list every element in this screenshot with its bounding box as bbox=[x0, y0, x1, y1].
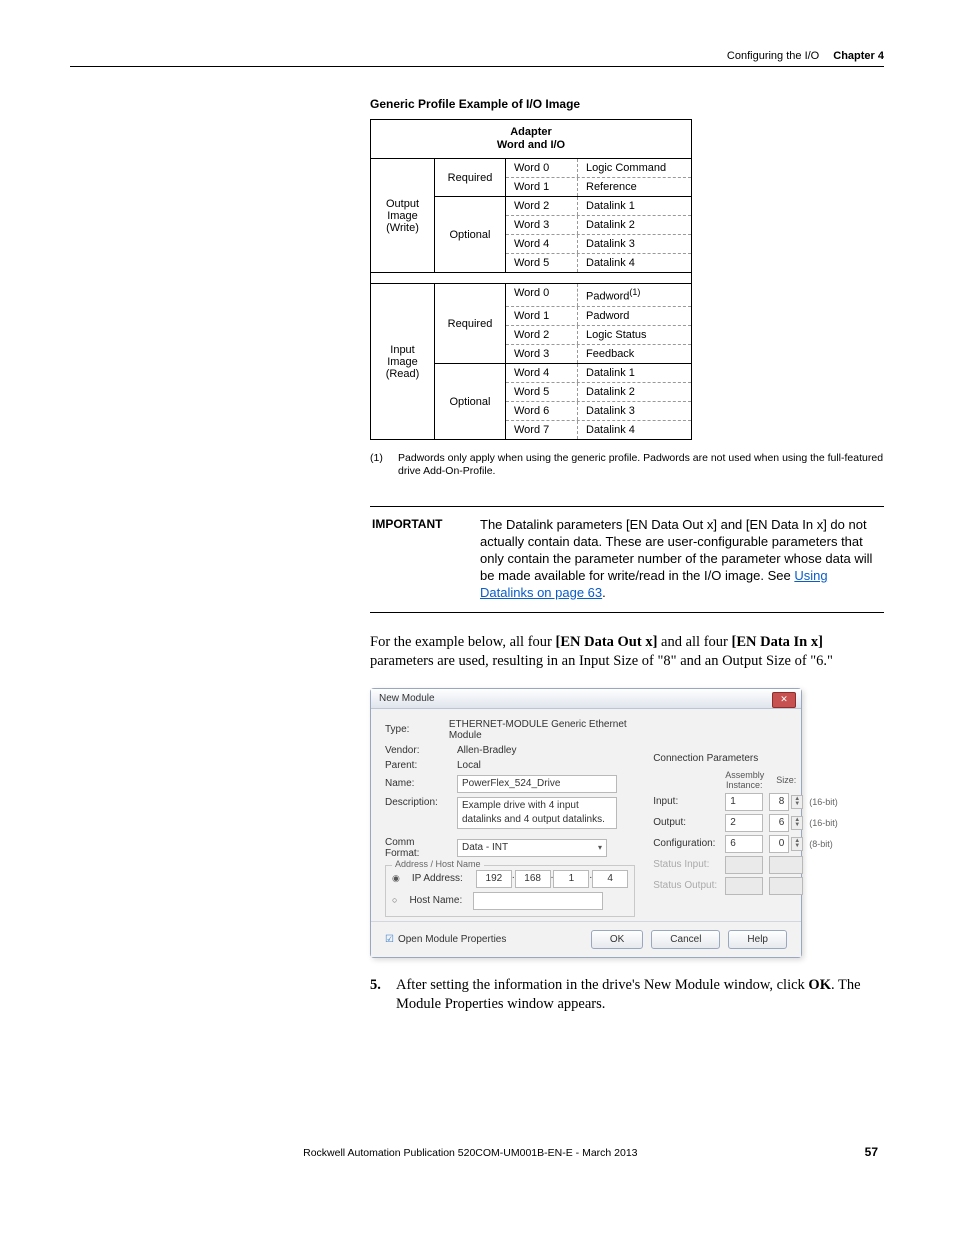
size-header: Size: bbox=[769, 775, 803, 785]
word-row: Word 0Padword(1) bbox=[506, 284, 691, 307]
vendor-label: Vendor: bbox=[385, 745, 449, 756]
step-text: After setting the information in the dri… bbox=[396, 976, 884, 1015]
ip-seg-2[interactable]: 168 bbox=[515, 870, 551, 888]
status-output-instance bbox=[725, 877, 763, 895]
name-field[interactable]: PowerFlex_524_Drive bbox=[457, 775, 617, 793]
important-callout: IMPORTANT The Datalink parameters [EN Da… bbox=[370, 506, 884, 612]
footnote-text: Padwords only apply when using the gener… bbox=[398, 452, 884, 478]
adapter-table: Adapter Word and I/O OutputImage(Write)R… bbox=[370, 119, 692, 440]
word-row: Word 5Datalink 2 bbox=[506, 383, 691, 402]
word-row: Word 2Logic Status bbox=[506, 326, 691, 345]
step-5: 5. After setting the information in the … bbox=[370, 976, 884, 1015]
output-instance-field[interactable]: 2 bbox=[725, 814, 763, 832]
word-row: Word 6Datalink 3 bbox=[506, 402, 691, 421]
input-size-spinner[interactable]: 8▲▼ bbox=[769, 793, 803, 811]
word-row: Word 3Datalink 2 bbox=[506, 216, 691, 235]
type-value: ETHERNET-MODULE Generic Ethernet Module bbox=[449, 719, 635, 741]
input-row-label: Input: bbox=[653, 796, 719, 807]
ip-seg-4[interactable]: 4 bbox=[592, 870, 628, 888]
ip-address-label: IP Address: bbox=[412, 873, 468, 884]
word-row: Word 1Reference bbox=[506, 178, 691, 196]
output-unit: (16-bit) bbox=[809, 818, 845, 828]
vendor-value: Allen-Bradley bbox=[457, 745, 516, 756]
status-input-instance bbox=[725, 856, 763, 874]
config-row-label: Configuration: bbox=[653, 838, 719, 849]
footnote-number: (1) bbox=[370, 452, 388, 478]
status-input-size bbox=[769, 856, 803, 874]
io-group-label: OutputImage(Write) bbox=[371, 159, 435, 272]
output-row-label: Output: bbox=[653, 817, 719, 828]
word-row: Word 5Datalink 4 bbox=[506, 254, 691, 272]
word-row: Word 4Datalink 1 bbox=[506, 364, 691, 383]
word-row: Word 3Feedback bbox=[506, 345, 691, 363]
help-button[interactable]: Help bbox=[728, 930, 787, 949]
assembly-header: Assembly Instance: bbox=[725, 770, 763, 790]
input-instance-field[interactable]: 1 bbox=[725, 793, 763, 811]
comm-format-label: Comm Format: bbox=[385, 837, 449, 859]
host-name-field[interactable] bbox=[473, 892, 603, 910]
status-output-label: Status Output: bbox=[653, 880, 719, 891]
dialog-title: New Module bbox=[379, 693, 435, 704]
io-group-label: InputImage(Read) bbox=[371, 284, 435, 439]
important-text: The Datalink parameters [EN Data Out x] … bbox=[480, 517, 882, 601]
word-row: Word 0Logic Command bbox=[506, 159, 691, 178]
publication-info: Rockwell Automation Publication 520COM-U… bbox=[303, 1147, 637, 1159]
host-name-radio[interactable] bbox=[392, 895, 401, 906]
new-module-dialog: New Module ✕ Type: ETHERNET-MODULE Generi… bbox=[370, 688, 802, 958]
adapter-title-1: Adapter bbox=[371, 126, 691, 139]
io-group: OutputImage(Write)RequiredWord 0Logic Co… bbox=[371, 158, 691, 272]
close-icon[interactable]: ✕ bbox=[772, 692, 796, 708]
status-output-size bbox=[769, 877, 803, 895]
description-field[interactable]: Example drive with 4 input datalinks and… bbox=[457, 797, 617, 829]
ip-address-radio[interactable] bbox=[392, 873, 404, 884]
name-label: Name: bbox=[385, 778, 449, 789]
config-size-spinner[interactable]: 0▲▼ bbox=[769, 835, 803, 853]
adapter-table-header: Adapter Word and I/O bbox=[371, 120, 691, 158]
word-row: Word 2Datalink 1 bbox=[506, 197, 691, 216]
important-text-post: . bbox=[602, 585, 606, 600]
description-label: Description: bbox=[385, 797, 449, 808]
word-row: Word 4Datalink 3 bbox=[506, 235, 691, 254]
status-input-label: Status Input: bbox=[653, 859, 719, 870]
comm-format-dropdown[interactable]: Data - INT bbox=[457, 839, 607, 857]
ip-seg-3[interactable]: 1 bbox=[553, 870, 589, 888]
dialog-title-bar: New Module ✕ bbox=[371, 689, 801, 709]
address-group-label: Address / Host Name bbox=[392, 859, 484, 869]
parent-value: Local bbox=[457, 760, 481, 771]
req-opt-label: Required bbox=[435, 159, 506, 196]
section-title: Generic Profile Example of I/O Image bbox=[370, 97, 884, 111]
body-paragraph: For the example below, all four [EN Data… bbox=[370, 633, 884, 672]
breadcrumb: Configuring the I/O bbox=[727, 50, 819, 62]
footnote-1: (1) Padwords only apply when using the g… bbox=[370, 452, 884, 478]
io-group: InputImage(Read)RequiredWord 0Padword(1)… bbox=[371, 283, 691, 439]
ok-button[interactable]: OK bbox=[591, 930, 643, 949]
conn-params-label: Connection Parameters bbox=[653, 753, 828, 764]
parent-label: Parent: bbox=[385, 760, 449, 771]
type-label: Type: bbox=[385, 724, 441, 735]
step-number: 5. bbox=[370, 976, 386, 1015]
input-unit: (16-bit) bbox=[809, 797, 845, 807]
chapter-label: Chapter 4 bbox=[833, 50, 884, 62]
open-module-properties-checkbox[interactable]: Open Module Properties bbox=[385, 934, 506, 945]
req-opt-label: Required bbox=[435, 284, 506, 363]
req-opt-label: Optional bbox=[435, 197, 506, 272]
important-label: IMPORTANT bbox=[372, 517, 462, 601]
cancel-button[interactable]: Cancel bbox=[651, 930, 720, 949]
page-number: 57 bbox=[865, 1145, 878, 1159]
output-size-spinner[interactable]: 6▲▼ bbox=[769, 814, 803, 832]
page-footer: Rockwell Automation Publication 520COM-U… bbox=[70, 1145, 884, 1159]
adapter-title-2: Word and I/O bbox=[371, 139, 691, 152]
ip-seg-1[interactable]: 192 bbox=[476, 870, 512, 888]
host-name-label: Host Name: bbox=[409, 895, 465, 906]
req-opt-label: Optional bbox=[435, 364, 506, 439]
word-row: Word 1Padword bbox=[506, 307, 691, 326]
config-unit: (8-bit) bbox=[809, 839, 845, 849]
page-header: Configuring the I/O Chapter 4 bbox=[70, 50, 884, 67]
config-instance-field[interactable]: 6 bbox=[725, 835, 763, 853]
word-row: Word 7Datalink 4 bbox=[506, 421, 691, 439]
